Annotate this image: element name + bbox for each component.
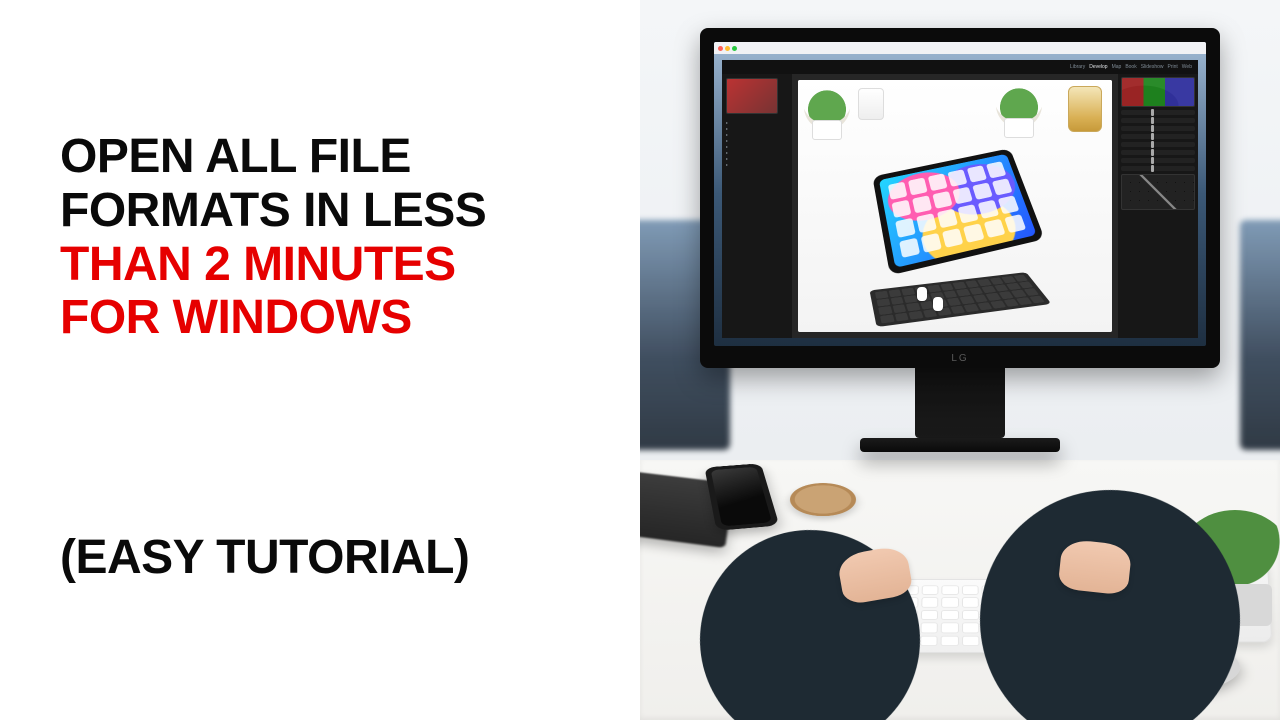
module-map: Map: [1112, 64, 1122, 70]
slider: [1121, 126, 1195, 131]
background-monitor-right: [1240, 220, 1280, 450]
module-web: Web: [1182, 64, 1192, 70]
module-slideshow: Slideshow: [1141, 64, 1164, 70]
plant-icon: [804, 84, 850, 130]
monitor-brand-label: LG: [951, 353, 968, 364]
slider: [1121, 158, 1195, 163]
monitor-screen: Library Develop Map Book Slideshow Print…: [714, 42, 1206, 346]
module-develop: Develop: [1089, 64, 1107, 70]
slider: [1121, 134, 1195, 139]
edited-photo: [798, 80, 1112, 332]
slider: [1121, 166, 1195, 171]
traffic-light-max-icon: [732, 46, 737, 51]
earbud-icon: [933, 297, 943, 311]
desk-scene: Library Develop Map Book Slideshow Print…: [640, 0, 1280, 720]
app-left-panel: ▸▸▸▸▸▸▸▸: [722, 74, 792, 338]
headline-line-1: Open all file: [60, 130, 620, 184]
slider: [1121, 150, 1195, 155]
thumbnail-subheadline: (Easy Tutorial): [60, 530, 469, 585]
monitor-neck: [915, 368, 1005, 438]
app-module-tabs: Library Develop Map Book Slideshow Print…: [722, 60, 1198, 74]
module-book: Book: [1125, 64, 1136, 70]
app-canvas: [792, 74, 1118, 338]
slider: [1121, 142, 1195, 147]
slider: [1121, 110, 1195, 115]
plant-icon: [996, 82, 1042, 128]
module-print: Print: [1168, 64, 1178, 70]
traffic-light-min-icon: [725, 46, 730, 51]
headline-line-3: than 2 minutes: [60, 238, 620, 292]
mac-menubar: [714, 42, 1206, 54]
module-library: Library: [1070, 64, 1085, 70]
monitor-base: [860, 438, 1060, 452]
photo-editor-window: Library Develop Map Book Slideshow Print…: [722, 60, 1198, 338]
earbud-icon: [917, 287, 927, 301]
monitor-frame: Library Develop Map Book Slideshow Print…: [700, 28, 1220, 368]
headline-line-2: formats in less: [60, 184, 620, 238]
preset-list: ▸▸▸▸▸▸▸▸: [726, 120, 788, 168]
monitor: Library Develop Map Book Slideshow Print…: [700, 28, 1220, 452]
jar-icon: [1068, 86, 1102, 132]
app-right-panel: [1118, 74, 1198, 338]
tone-curve: [1121, 174, 1195, 210]
cup-icon: [858, 88, 884, 120]
thumbnail-headline: Open all file formats in less than 2 min…: [60, 130, 620, 345]
traffic-light-close-icon: [718, 46, 723, 51]
histogram: [1121, 77, 1195, 107]
navigator-thumbnail: [726, 78, 778, 114]
headline-line-4: for Windows: [60, 291, 620, 345]
slider: [1121, 118, 1195, 123]
